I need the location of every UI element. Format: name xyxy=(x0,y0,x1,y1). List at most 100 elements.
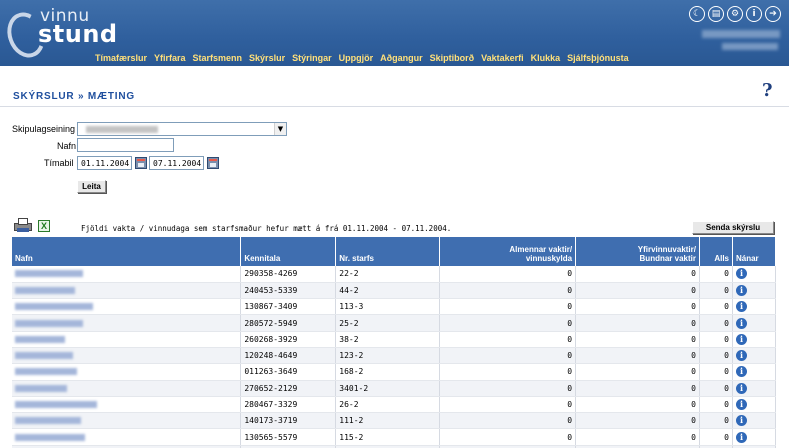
send-report-button[interactable]: Senda skýrslu xyxy=(692,221,774,234)
menu-item-5[interactable]: Uppgjör xyxy=(339,53,374,63)
document-icon[interactable]: ▤ xyxy=(708,6,724,22)
nr-cell: 25-2 xyxy=(335,314,441,332)
logo-line2: stund xyxy=(38,20,118,48)
employee-name-redacted[interactable] xyxy=(15,417,81,425)
menu-item-2[interactable]: Starfsmenn xyxy=(193,53,243,63)
menu-item-8[interactable]: Vaktakerfi xyxy=(481,53,524,63)
general-cell: 0 xyxy=(439,363,577,381)
date-to-input[interactable]: 07.11.2004 xyxy=(149,156,204,170)
info-icon[interactable]: i xyxy=(735,333,747,345)
name-input[interactable] xyxy=(77,138,174,152)
name-cell[interactable] xyxy=(12,380,242,397)
logout-icon[interactable]: ➔ xyxy=(765,6,781,22)
info-icon[interactable]: i xyxy=(735,284,747,296)
details-cell: i xyxy=(732,363,777,381)
table-row[interactable]: 290358-4269 22-2 0 0 0 i xyxy=(12,266,777,283)
unit-select[interactable]: ▼ xyxy=(77,122,287,136)
info-icon[interactable]: i xyxy=(735,317,747,329)
col-header-name[interactable]: Nafn xyxy=(12,237,242,266)
table-row[interactable]: 270652-2129 3401-2 0 0 0 i xyxy=(12,380,777,397)
calendar-from-icon[interactable] xyxy=(135,157,147,169)
menu-item-3[interactable]: Skýrslur xyxy=(249,53,285,63)
employee-name-redacted[interactable] xyxy=(15,401,97,409)
employee-name-redacted[interactable] xyxy=(15,319,83,327)
name-cell[interactable] xyxy=(12,314,242,332)
table-row[interactable]: 260268-3929 38-2 0 0 0 i xyxy=(12,331,777,348)
employee-name-redacted[interactable] xyxy=(15,368,77,376)
general-cell: 0 xyxy=(439,428,577,446)
period-label: Tímabil xyxy=(44,158,74,168)
name-cell[interactable] xyxy=(12,266,242,283)
name-cell[interactable] xyxy=(12,396,242,414)
col-header-when: Nánar xyxy=(732,237,777,266)
header-icon-bar: ☾ ▤ ⚙ i ➔ xyxy=(689,6,781,22)
general-cell: 0 xyxy=(439,347,577,365)
name-cell[interactable] xyxy=(12,347,242,365)
menu-item-4[interactable]: Stýringar xyxy=(292,53,332,63)
employee-name-redacted[interactable] xyxy=(15,433,85,441)
name-cell[interactable] xyxy=(12,412,242,430)
menu-item-7[interactable]: Skiptiborð xyxy=(430,53,475,63)
nr-cell: 113-3 xyxy=(335,298,441,316)
info-icon[interactable]: i xyxy=(735,301,747,313)
excel-export-icon[interactable]: X xyxy=(38,220,50,232)
attendance-table: Nafn Kennitala Nr. starfs Almennar vakti… xyxy=(12,237,777,448)
general-cell: 0 xyxy=(439,380,577,397)
info-icon[interactable]: i xyxy=(735,431,747,443)
printer-icon[interactable] xyxy=(14,218,32,232)
employee-name-redacted[interactable] xyxy=(15,335,65,343)
employee-name-redacted[interactable] xyxy=(15,384,67,392)
table-row[interactable]: 120248-4649 123-2 0 0 0 i xyxy=(12,347,777,365)
table-row[interactable]: 280467-3329 26-2 0 0 0 i xyxy=(12,396,777,414)
employee-name-redacted[interactable] xyxy=(15,270,83,278)
info-icon[interactable]: i xyxy=(735,268,747,280)
nr-cell: 3401-2 xyxy=(335,380,441,397)
gear-icon[interactable]: ⚙ xyxy=(727,6,743,22)
col-header-general[interactable]: Almennar vaktir/ vinnuskylda xyxy=(439,237,577,266)
employee-name-redacted[interactable] xyxy=(15,286,75,294)
details-cell: i xyxy=(732,396,777,414)
name-cell[interactable] xyxy=(12,363,242,381)
moon-icon[interactable]: ☾ xyxy=(689,6,705,22)
page-title: SKÝRSLUR » MÆTING xyxy=(13,91,135,102)
chevron-down-icon[interactable]: ▼ xyxy=(274,123,286,135)
col-header-total[interactable]: Alls xyxy=(699,237,733,266)
table-row[interactable]: 011263-3649 168-2 0 0 0 i xyxy=(12,363,777,381)
employee-name-redacted[interactable] xyxy=(15,303,93,311)
name-cell[interactable] xyxy=(12,298,242,316)
menu-item-10[interactable]: Sjálfsþjónusta xyxy=(567,53,629,63)
table-row[interactable]: 280572-5949 25-2 0 0 0 i xyxy=(12,314,777,332)
table-row[interactable]: 130565-5579 115-2 0 0 0 i xyxy=(12,428,777,446)
kennitala-cell: 120248-4649 xyxy=(240,347,337,365)
table-row[interactable]: 130867-3409 113-3 0 0 0 i xyxy=(12,298,777,316)
search-button[interactable]: Leita xyxy=(77,180,106,193)
help-icon[interactable]: ? xyxy=(762,80,773,101)
table-row[interactable]: 240453-5339 44-2 0 0 0 i xyxy=(12,282,777,300)
name-cell[interactable] xyxy=(12,428,242,446)
overtime-cell: 0 xyxy=(575,314,700,332)
info-icon[interactable]: i xyxy=(735,415,747,427)
name-cell[interactable] xyxy=(12,331,242,348)
info-icon[interactable]: i xyxy=(735,366,747,378)
col-header-kennitala[interactable]: Kennitala xyxy=(240,237,337,266)
table-row[interactable]: 140173-3719 111-2 0 0 0 i xyxy=(12,412,777,430)
overtime-cell: 0 xyxy=(575,266,700,283)
employee-name-redacted[interactable] xyxy=(15,352,73,360)
info-icon[interactable]: i xyxy=(735,382,747,394)
info-icon[interactable]: i xyxy=(735,350,747,362)
menu-item-1[interactable]: Yfirfara xyxy=(154,53,186,63)
calendar-to-icon[interactable] xyxy=(207,157,219,169)
menu-item-6[interactable]: Aðgangur xyxy=(380,53,423,63)
info-icon[interactable]: i xyxy=(735,399,747,411)
menu-item-9[interactable]: Klukka xyxy=(531,53,561,63)
total-cell: 0 xyxy=(699,266,733,283)
col-header-overtime[interactable]: Yfirvinnuvaktir/ Bundnar vaktir xyxy=(575,237,700,266)
date-from-input[interactable]: 01.11.2004 xyxy=(77,156,132,170)
app-logo[interactable]: vinnu stund xyxy=(1,4,118,63)
info-icon[interactable]: i xyxy=(746,6,762,22)
details-cell: i xyxy=(732,428,777,446)
col-header-nr[interactable]: Nr. starfs xyxy=(335,237,441,266)
kennitala-cell: 280467-3329 xyxy=(240,396,337,414)
menu-item-0[interactable]: Tímafærslur xyxy=(95,53,147,63)
name-cell[interactable] xyxy=(12,282,242,300)
